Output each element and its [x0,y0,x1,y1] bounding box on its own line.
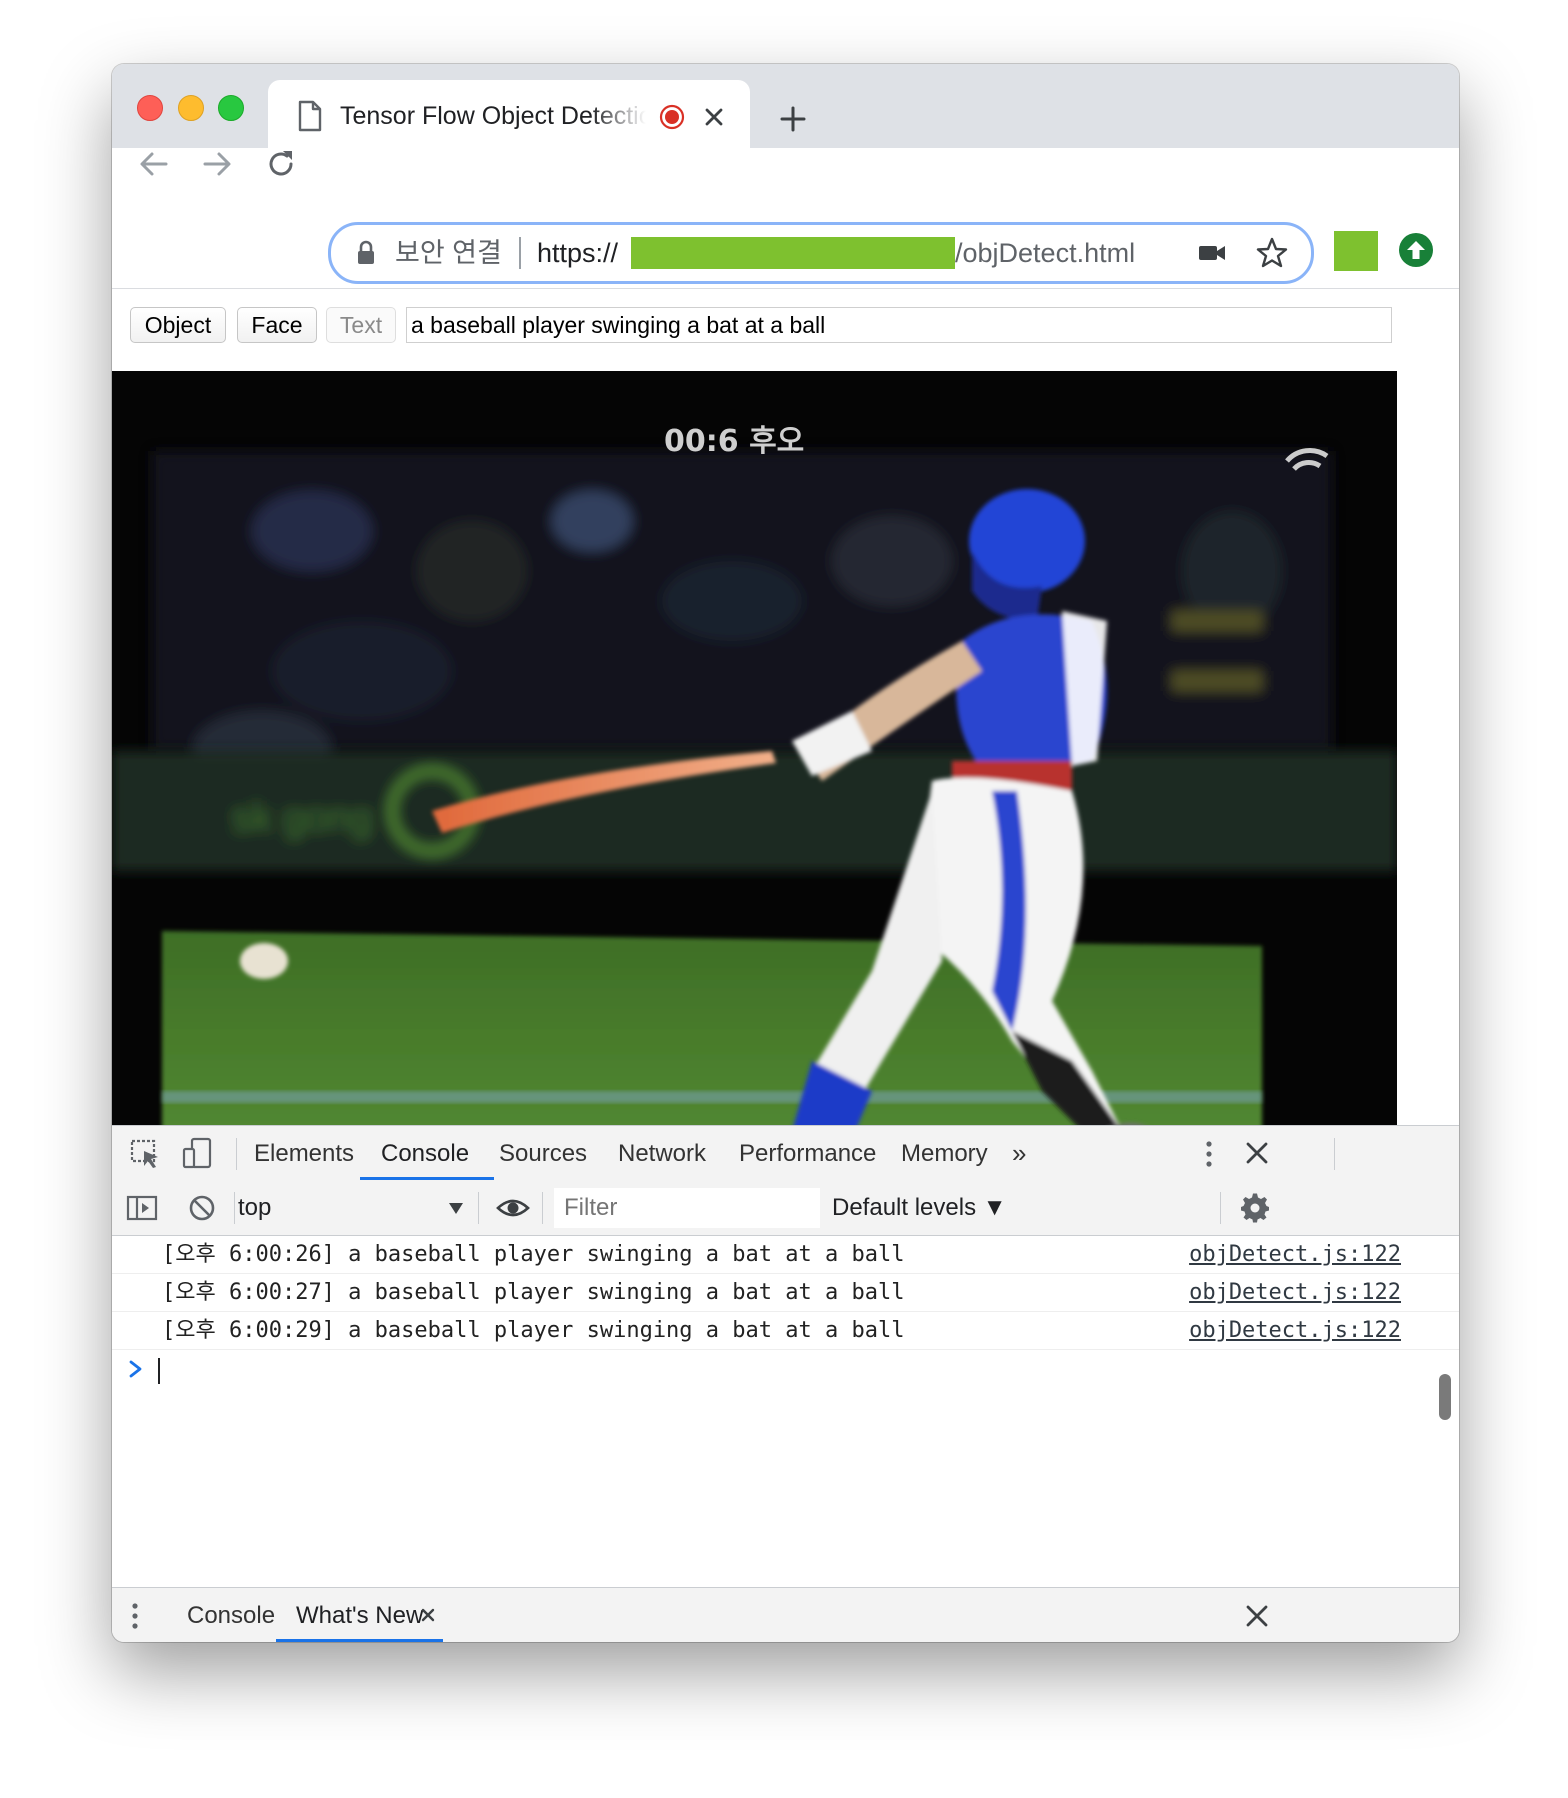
toolbar-separator [1220,1192,1221,1224]
clear-console-icon[interactable] [188,1194,216,1222]
tab-performance[interactable]: Performance [739,1126,876,1181]
tab-console[interactable]: Console [381,1126,469,1181]
drawer-tab-whats-new[interactable]: What's New [296,1588,423,1642]
drawer-tab-console[interactable]: Console [187,1588,275,1642]
url-path: /objDetect.html [955,238,1136,268]
chevron-down-icon[interactable] [448,1201,464,1215]
devtools-tabbar: Elements Console Sources Network Perform… [112,1125,1459,1182]
toolbar-separator [236,1138,237,1170]
log-message: [오후 6:00:29] a baseball player swinging … [162,1318,905,1343]
lock-icon [358,240,374,264]
log-source-link[interactable]: objDetect.js:122 [1189,1236,1401,1273]
device-toolbar-icon[interactable] [182,1137,214,1169]
chevron-right-icon [129,1360,142,1378]
toolbar-separator [234,1192,235,1224]
more-tabs-button[interactable]: » [1012,1126,1026,1181]
toolbar-separator [542,1192,543,1224]
console-scrollbar[interactable] [1439,1374,1451,1420]
forward-icon[interactable] [199,146,235,182]
url-scheme: https:// [537,238,619,268]
close-devtools-icon[interactable] [1244,1140,1270,1166]
devtools-drawer: Console What's New [112,1587,1459,1642]
svg-text:sk gong: sk gong [232,796,372,840]
log-source-link[interactable]: objDetect.js:122 [1189,1312,1401,1349]
back-icon[interactable] [136,146,172,182]
tab-sources[interactable]: Sources [499,1126,587,1181]
tab-memory[interactable]: Memory [901,1126,988,1181]
log-message: [오후 6:00:26] a baseball player swinging … [162,1242,905,1267]
security-label: 보안 연결 [395,238,502,268]
console-toolbar: top Filter Default levels ▼ [112,1181,1459,1236]
url-redaction [631,237,955,269]
text-caret [158,1358,160,1384]
tab-network[interactable]: Network [618,1126,706,1181]
console-prompt[interactable] [112,1351,1459,1387]
close-drawer-tab-icon[interactable] [420,1607,436,1623]
object-button[interactable]: Object [130,307,226,343]
active-drawer-tab-indicator [276,1639,443,1642]
star-icon[interactable] [1255,236,1289,270]
update-icon[interactable] [1398,232,1434,268]
tab-elements[interactable]: Elements [254,1126,354,1181]
context-selector[interactable]: top [238,1181,271,1235]
extension-icon[interactable] [1334,231,1378,271]
log-source-link[interactable]: objDetect.js:122 [1189,1274,1401,1311]
browser-window: Tensor Flow Object Detection 보안 연결 https… [112,64,1459,1642]
drawer-menu-icon[interactable] [128,1600,142,1632]
log-entry: [오후 6:00:29] a baseball player swinging … [112,1312,1459,1350]
sidebar-toggle-icon[interactable] [126,1194,158,1222]
browser-toolbar: 보안 연결 https:// /objDetect.html [112,64,1459,289]
toolbar-separator [1334,1138,1335,1170]
log-levels-dropdown[interactable]: Default levels ▼ [832,1181,1007,1235]
camera-icon[interactable] [1197,239,1227,267]
url-divider [519,237,521,269]
log-entry: [오후 6:00:26] a baseball player swinging … [112,1236,1459,1274]
active-tab-indicator [360,1177,494,1180]
address-bar[interactable]: 보안 연결 https:// /objDetect.html [328,222,1314,284]
log-entry: [오후 6:00:27] a baseball player swinging … [112,1274,1459,1312]
face-button[interactable]: Face [237,307,317,343]
inspect-element-icon[interactable] [130,1139,162,1169]
caption-field[interactable]: a baseball player swinging a bat at a ba… [406,307,1392,343]
log-message: [오후 6:00:27] a baseball player swinging … [162,1280,905,1305]
video-overlay-text: 00:6 후오 [664,424,804,459]
toolbar-separator [478,1192,479,1224]
more-options-icon[interactable] [1202,1138,1216,1170]
live-expression-eye-icon[interactable] [496,1194,530,1222]
close-drawer-icon[interactable] [1244,1603,1270,1629]
gear-icon[interactable] [1240,1193,1270,1223]
console-filter-input[interactable]: Filter [554,1188,820,1228]
reload-icon[interactable] [263,146,299,182]
text-button[interactable]: Text [326,307,396,343]
console-output: [오후 6:00:26] a baseball player swinging … [112,1236,1459,1526]
